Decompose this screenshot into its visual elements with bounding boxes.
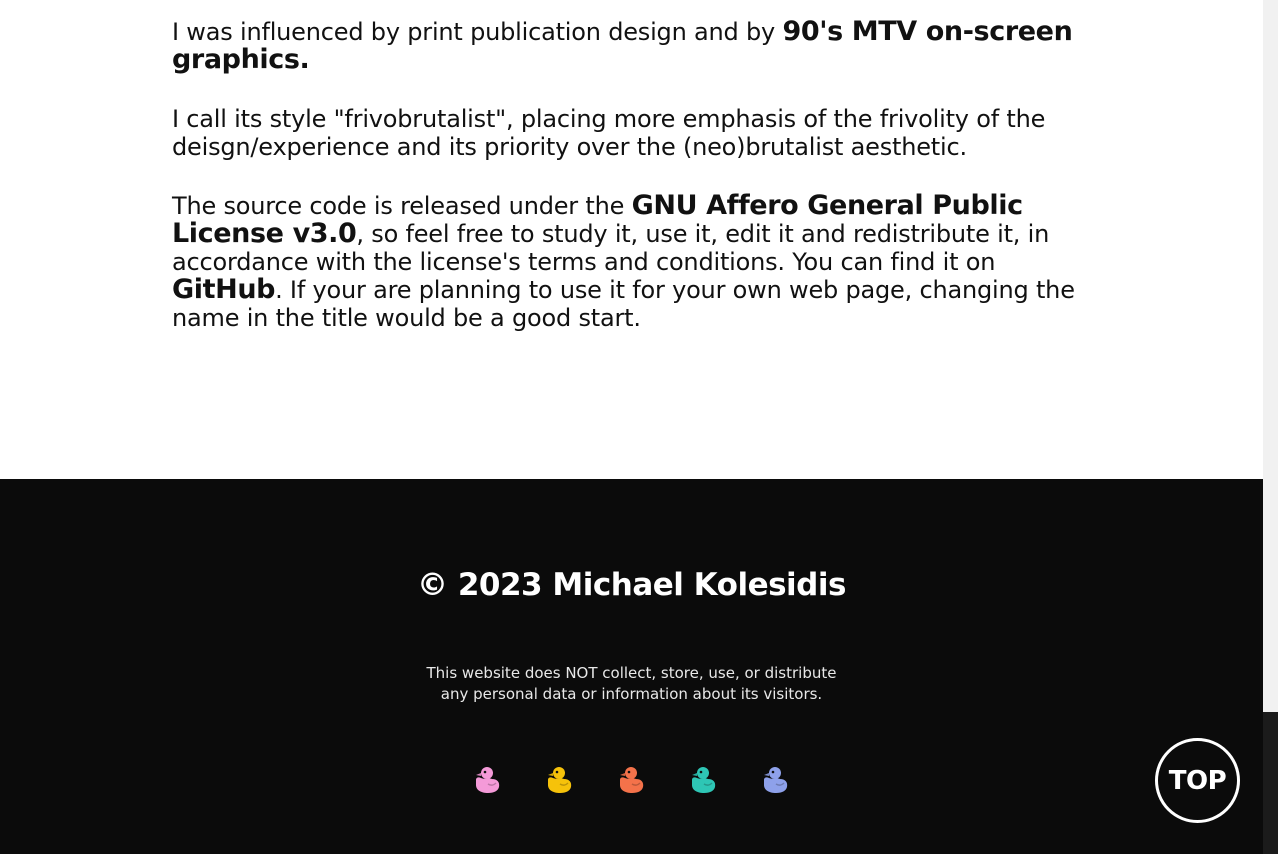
about-paragraph-style: I call its style "frivobrutalist", placi… bbox=[172, 105, 1092, 161]
about-paragraph-license: The source code is released under the GN… bbox=[172, 192, 1092, 333]
privacy-line-2: any personal data or information about i… bbox=[440, 685, 823, 703]
ducks-row bbox=[0, 763, 1263, 795]
github-link[interactable]: GitHub bbox=[172, 276, 275, 304]
duck-icon[interactable] bbox=[760, 763, 792, 795]
privacy-notice: This website does NOT collect, store, us… bbox=[0, 663, 1263, 705]
top-button-label: TOP bbox=[1168, 765, 1227, 796]
duck-icon[interactable] bbox=[472, 763, 504, 795]
about-section: I was influenced by print publication de… bbox=[0, 0, 1263, 479]
about-text: I was influenced by print publication de… bbox=[172, 18, 1092, 363]
duck-icon[interactable] bbox=[688, 763, 720, 795]
duck-icon[interactable] bbox=[544, 763, 576, 795]
top-button[interactable]: TOP bbox=[1155, 738, 1240, 823]
footer: © 2023 Michael Kolesidis This website do… bbox=[0, 479, 1263, 854]
privacy-line-1: This website does NOT collect, store, us… bbox=[426, 664, 837, 682]
about-paragraph-influences: I was influenced by print publication de… bbox=[172, 18, 1092, 74]
scrollbar-thumb[interactable] bbox=[1263, 712, 1278, 854]
influences-text: I was influenced by print publication de… bbox=[172, 18, 783, 46]
license-text-after: . If your are planning to use it for you… bbox=[172, 276, 1075, 332]
style-text: I call its style "frivobrutalist", placi… bbox=[172, 105, 1046, 161]
license-text-before: The source code is released under the bbox=[172, 192, 632, 220]
duck-icon[interactable] bbox=[616, 763, 648, 795]
copyright: © 2023 Michael Kolesidis bbox=[417, 567, 846, 603]
